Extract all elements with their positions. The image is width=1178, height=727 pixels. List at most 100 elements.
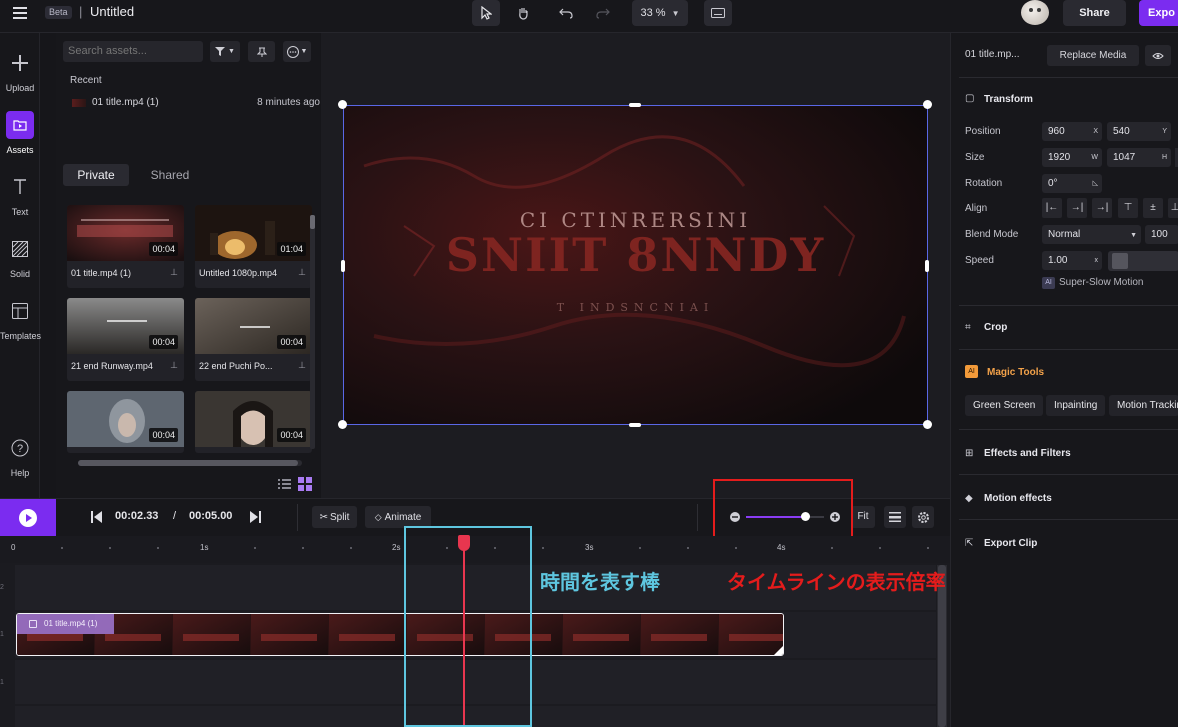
speed-field[interactable]: 1.00 x bbox=[1042, 251, 1102, 270]
asset-card[interactable]: 00:04 bbox=[195, 391, 312, 453]
undo-button[interactable] bbox=[552, 0, 580, 26]
list-view-icon[interactable] bbox=[278, 479, 291, 490]
rail-text[interactable]: Text bbox=[0, 173, 40, 217]
export-button[interactable]: Expo bbox=[1139, 0, 1178, 26]
position-y-field[interactable]: 540 Y bbox=[1107, 122, 1171, 141]
align-left-icon[interactable]: |← bbox=[1042, 198, 1062, 218]
asset-card[interactable]: 01:04 Untitled 1080p.mp4 ⊥ bbox=[195, 205, 312, 288]
pin-icon[interactable]: ⊥ bbox=[298, 360, 306, 371]
resize-handle-top-right[interactable] bbox=[923, 100, 932, 109]
align-center-h-icon[interactable]: →|← bbox=[1067, 198, 1087, 233]
share-button[interactable]: Share bbox=[1063, 0, 1126, 26]
skip-back-icon[interactable] bbox=[91, 511, 103, 523]
speed-slider[interactable] bbox=[1108, 251, 1178, 271]
position-x-field[interactable]: 960 X bbox=[1042, 122, 1102, 141]
super-slow-checkbox[interactable]: AI Super-Slow Motion bbox=[1042, 277, 1162, 291]
zoom-dropdown[interactable]: 33 % ▼ bbox=[632, 0, 688, 26]
motion-effects-title[interactable]: Motion effects bbox=[984, 493, 1052, 504]
replace-media-button[interactable]: Replace Media bbox=[1047, 45, 1139, 66]
share-label: Share bbox=[1079, 7, 1110, 19]
more-options-button[interactable]: ▼ bbox=[283, 41, 311, 62]
align-center-v-icon[interactable]: ± bbox=[1143, 198, 1163, 218]
tick-label: 0 bbox=[11, 543, 16, 552]
play-button[interactable] bbox=[0, 499, 56, 536]
rail-templates[interactable]: Templates bbox=[0, 297, 41, 341]
motion-tracking-button[interactable]: Motion Trackin bbox=[1109, 395, 1178, 416]
avatar[interactable] bbox=[1021, 0, 1049, 25]
select-tool-button[interactable] bbox=[472, 0, 500, 26]
resize-handle-bottom[interactable] bbox=[629, 423, 641, 427]
ruler-tick bbox=[349, 547, 352, 549]
timeline-settings-button[interactable] bbox=[912, 506, 934, 528]
recent-item[interactable]: 01 title.mp4 (1) 8 minutes ago bbox=[70, 97, 320, 111]
rail-help[interactable]: ? Help bbox=[0, 434, 40, 478]
grid-view-icon[interactable] bbox=[298, 477, 313, 492]
resize-handle-bottom-left[interactable] bbox=[338, 420, 347, 429]
resize-handle-bottom-right[interactable] bbox=[923, 420, 932, 429]
size-h-field[interactable]: 1047 H bbox=[1107, 148, 1171, 167]
asset-card[interactable]: 00:04 21 end Runway.mp4 ⊥ bbox=[67, 298, 184, 381]
video-preview[interactable]: CI CTINRERSINI SNIIT 8NNDY T INDSNCNIAI bbox=[343, 105, 928, 425]
rail-assets[interactable]: Assets bbox=[0, 111, 40, 155]
split-button[interactable]: ✂ Split bbox=[312, 506, 357, 528]
size-w-field[interactable]: 1920 W bbox=[1042, 148, 1102, 167]
asset-card[interactable]: 00:04 22 end Puchi Po... ⊥ bbox=[195, 298, 312, 381]
resize-handle-top-left[interactable] bbox=[338, 100, 347, 109]
align-label: Align bbox=[965, 203, 988, 214]
pin-icon[interactable]: ⊥ bbox=[170, 267, 178, 278]
divider bbox=[959, 77, 1178, 78]
redo-button[interactable] bbox=[589, 0, 617, 26]
export-clip-title[interactable]: Export Clip bbox=[984, 538, 1037, 549]
clip-resize-corner[interactable] bbox=[774, 646, 783, 655]
visibility-button[interactable] bbox=[1145, 45, 1171, 66]
tab-shared[interactable]: Shared bbox=[137, 164, 203, 186]
search-input[interactable] bbox=[63, 41, 203, 62]
track-height-button[interactable] bbox=[884, 506, 906, 528]
asset-name: 21 end Runway.mp4 bbox=[71, 361, 153, 371]
clip-filmstrip bbox=[17, 614, 783, 655]
asset-card[interactable]: 00:04 01 title.mp4 (1) ⊥ bbox=[67, 205, 184, 288]
assets-scrollbar-vertical[interactable] bbox=[310, 215, 315, 449]
asset-card[interactable]: 00:04 bbox=[67, 391, 184, 453]
project-title[interactable]: Untitled bbox=[90, 4, 134, 19]
asset-duration: 00:04 bbox=[149, 242, 178, 256]
ruler-tick bbox=[109, 547, 112, 549]
rail-upload[interactable]: Upload bbox=[0, 49, 40, 93]
plus-icon bbox=[6, 49, 34, 77]
pin-icon[interactable]: ⊥ bbox=[298, 267, 306, 278]
crop-title[interactable]: Crop bbox=[984, 322, 1007, 333]
filter-button[interactable]: ▼ bbox=[210, 41, 240, 62]
playhead-annotation-box bbox=[404, 526, 532, 727]
effects-title[interactable]: Effects and Filters bbox=[984, 448, 1071, 459]
menu-icon[interactable] bbox=[13, 7, 27, 19]
rotation-field[interactable]: 0° ◺ bbox=[1042, 174, 1102, 193]
pin-icon[interactable]: ⊥ bbox=[170, 360, 178, 371]
rail-solid[interactable]: Solid bbox=[0, 235, 40, 279]
align-bottom-icon[interactable]: ⊥ bbox=[1168, 198, 1178, 218]
video-clip[interactable]: 01 title.mp4 (1) bbox=[16, 613, 784, 656]
resize-handle-left[interactable] bbox=[341, 260, 345, 272]
resize-handle-right[interactable] bbox=[925, 260, 929, 272]
opacity-field[interactable]: 100 bbox=[1145, 225, 1178, 244]
resize-handle-top[interactable] bbox=[629, 103, 641, 107]
divider bbox=[959, 349, 1178, 350]
divider bbox=[959, 305, 1178, 306]
hand-tool-button[interactable] bbox=[509, 0, 537, 26]
align-top-icon[interactable]: ⊤ bbox=[1118, 198, 1138, 218]
keyboard-shortcuts-button[interactable] bbox=[704, 0, 732, 26]
align-right-icon[interactable]: →| bbox=[1092, 198, 1112, 218]
tab-private[interactable]: Private bbox=[63, 164, 129, 186]
pin-icon bbox=[256, 47, 267, 57]
inpainting-button[interactable]: Inpainting bbox=[1046, 395, 1106, 416]
blend-mode-select[interactable]: Normal ▼ bbox=[1042, 225, 1141, 244]
green-screen-button[interactable]: Green Screen bbox=[965, 395, 1044, 416]
pin-button[interactable] bbox=[248, 41, 275, 62]
skip-forward-icon[interactable] bbox=[249, 511, 261, 523]
clip-frame-title bbox=[573, 634, 629, 641]
effects-icon: ⊞ bbox=[965, 448, 974, 459]
animate-button[interactable]: ◇ Animate bbox=[365, 506, 431, 528]
tick-label: 4s bbox=[777, 543, 786, 552]
assets-scrollbar-horizontal[interactable] bbox=[78, 460, 302, 466]
fit-button[interactable]: Fit bbox=[851, 506, 875, 528]
asset-duration: 00:04 bbox=[277, 428, 306, 442]
